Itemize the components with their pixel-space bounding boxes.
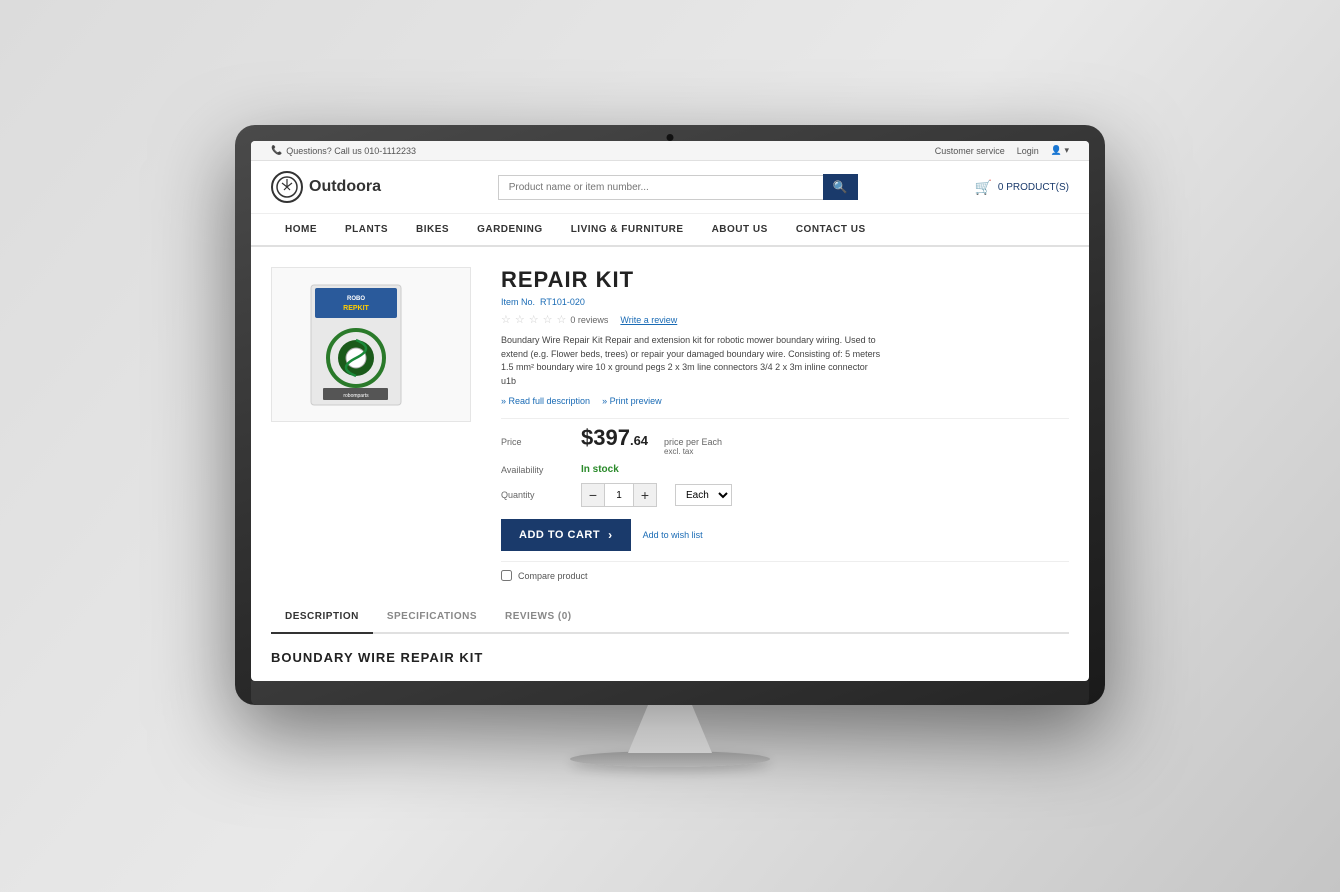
star-1: ☆ — [501, 313, 511, 326]
nav-bikes[interactable]: BIKES — [402, 214, 463, 247]
star-rating: ☆ ☆ ☆ ☆ ☆ 0 reviews Write a review — [501, 313, 1069, 326]
login-link[interactable]: Login — [1017, 146, 1039, 156]
tabs-header: DESCRIPTION SPECIFICATIONS REVIEWS (0) — [271, 601, 1069, 634]
nav-about-us[interactable]: ABOUT US — [698, 214, 782, 247]
star-5: ☆ — [557, 313, 567, 326]
product-image-area: ROBO REPKIT robomparts — [271, 267, 471, 581]
description-heading: BOUNDARY WIRE REPAIR KIT — [271, 650, 1069, 665]
svg-text:robomparts: robomparts — [343, 393, 369, 399]
cart-area[interactable]: 🛒 0 PRODUCT(S) — [974, 179, 1069, 196]
phone-number: Questions? Call us 010-1112233 — [286, 146, 416, 156]
print-preview-link[interactable]: Print preview — [602, 396, 662, 406]
nav-living-furniture[interactable]: LIVING & FURNITURE — [557, 214, 698, 247]
cart-icon: 🛒 — [974, 179, 991, 196]
monitor-stand — [620, 705, 720, 753]
svg-text:ROBO: ROBO — [347, 296, 365, 302]
add-to-cart-label: ADD TO CART — [519, 529, 600, 541]
nav-home[interactable]: HOME — [271, 214, 331, 247]
item-number: Item No. RT101-020 — [501, 297, 1069, 307]
nav-gardening[interactable]: GARDENING — [463, 214, 557, 247]
product-details: REPAIR KIT Item No. RT101-020 ☆ ☆ ☆ ☆ — [501, 267, 1069, 581]
product-main-image: ROBO REPKIT robomparts — [271, 267, 471, 422]
search-button[interactable]: 🔍 — [823, 174, 858, 200]
star-3: ☆ — [529, 313, 539, 326]
availability-status: In stock — [581, 464, 619, 475]
add-to-cart-button[interactable]: ADD TO CART › — [501, 519, 631, 551]
tab-content: BOUNDARY WIRE REPAIR KIT Repair and exte… — [271, 634, 1069, 667]
unit-select[interactable]: Each — [675, 484, 732, 506]
tab-specifications[interactable]: SPECIFICATIONS — [373, 601, 491, 634]
star-4: ☆ — [543, 313, 553, 326]
product-section: ROBO REPKIT robomparts — [251, 247, 1089, 601]
price-label: Price — [501, 437, 571, 447]
product-description: Boundary Wire Repair Kit Repair and exte… — [501, 334, 881, 388]
cart-arrow-icon: › — [608, 528, 613, 542]
header: Outdoora 🔍 🛒 0 PRODUCT(S) — [251, 161, 1089, 214]
compare-row: Compare product — [501, 561, 1069, 581]
quantity-row: Quantity − + Each — [501, 483, 1069, 507]
quantity-controls: − + — [581, 483, 657, 507]
logo[interactable]: Outdoora — [271, 171, 381, 203]
cart-label: 0 PRODUCT(S) — [998, 182, 1069, 193]
nav-contact-us[interactable]: CONTACT US — [782, 214, 880, 247]
description-links: Read full description Print preview — [501, 396, 1069, 406]
svg-text:REPKIT: REPKIT — [343, 305, 369, 312]
price-per-unit: price per Each excl. tax — [664, 437, 722, 456]
compare-checkbox[interactable] — [501, 570, 512, 581]
logo-text: Outdoora — [309, 178, 381, 196]
logo-icon — [271, 171, 303, 203]
price-value: $397.64 — [581, 425, 648, 451]
camera-dot — [667, 134, 674, 141]
quantity-label: Quantity — [501, 490, 571, 500]
quantity-input[interactable] — [604, 484, 634, 506]
read-full-desc-link[interactable]: Read full description — [501, 396, 590, 406]
review-count: 0 reviews — [570, 315, 608, 325]
write-review-link[interactable]: Write a review — [620, 315, 677, 325]
availability-label: Availability — [501, 465, 571, 475]
nav-plants[interactable]: PLANTS — [331, 214, 402, 247]
monitor-screen: 📞 Questions? Call us 010-1112233 Custome… — [251, 141, 1089, 681]
tab-description[interactable]: DESCRIPTION — [271, 601, 373, 634]
tab-reviews[interactable]: REVIEWS (0) — [491, 601, 586, 634]
search-bar: 🔍 — [498, 174, 858, 200]
quantity-decrease-button[interactable]: − — [582, 484, 604, 506]
monitor-base — [570, 751, 770, 767]
availability-row: Availability In stock — [501, 464, 1069, 475]
add-to-wishlist-link[interactable]: Add to wish list — [643, 530, 703, 540]
user-icon[interactable]: 👤 ▾ — [1051, 145, 1069, 156]
top-bar: 📞 Questions? Call us 010-1112233 Custome… — [251, 141, 1089, 161]
action-row: ADD TO CART › Add to wish list — [501, 519, 1069, 551]
star-2: ☆ — [515, 313, 525, 326]
compare-label: Compare product — [518, 571, 588, 581]
quantity-increase-button[interactable]: + — [634, 484, 656, 506]
price-row: Price $397.64 price per Each excl. tax — [501, 418, 1069, 456]
tabs-section: DESCRIPTION SPECIFICATIONS REVIEWS (0) B… — [251, 601, 1089, 667]
search-icon: 🔍 — [833, 180, 848, 194]
phone-icon: 📞 — [271, 145, 282, 156]
nav: HOME PLANTS BIKES GARDENING LIVING & FUR… — [251, 214, 1089, 247]
search-input[interactable] — [498, 175, 823, 200]
customer-service-link[interactable]: Customer service — [935, 146, 1005, 156]
product-title: REPAIR KIT — [501, 267, 1069, 293]
